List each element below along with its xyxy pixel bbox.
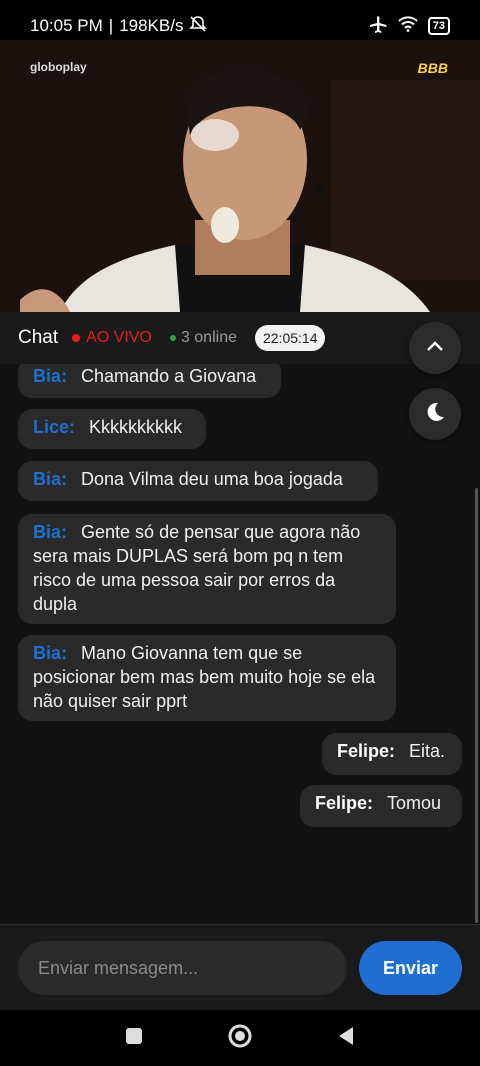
- status-time: 10:05 PM: [30, 16, 103, 35]
- status-speed: 198KB/s: [119, 16, 184, 35]
- message-text: Kkkkkkkkkk: [89, 417, 183, 437]
- scroll-up-button[interactable]: [409, 322, 461, 374]
- moon-icon: [424, 401, 446, 428]
- system-nav-bar: [0, 1010, 480, 1066]
- chat-message: Bia: Chamando a Giovana: [18, 364, 281, 398]
- message-text: Eita.: [409, 741, 446, 761]
- message-text: Dona Vilma deu uma boa jogada: [81, 469, 343, 489]
- send-button[interactable]: Enviar: [359, 941, 462, 995]
- globoplay-logo: globoplay: [30, 60, 87, 74]
- bbb-logo: BBB: [417, 60, 448, 76]
- home-icon[interactable]: [227, 1023, 253, 1054]
- recents-icon[interactable]: [125, 1027, 143, 1050]
- chat-message-own: Felipe: Eita.: [322, 733, 462, 775]
- video-player[interactable]: globoplay BBB: [0, 40, 480, 312]
- chat-message: Bia: Gente só de pensar que agora não ser…: [18, 514, 396, 624]
- online-count: 3 online: [180, 329, 237, 346]
- live-label: AO VIVO: [86, 329, 152, 346]
- message-text: Tomou: [387, 793, 442, 813]
- back-icon[interactable]: [337, 1026, 355, 1051]
- message-author: Felipe:: [315, 793, 374, 813]
- message-author: Bia:: [33, 366, 68, 386]
- chat-message: Bia: Dona Vilma deu uma boa jogada: [18, 461, 378, 501]
- message-author: Bia:: [33, 643, 68, 663]
- chat-message-own: Felipe: Tomou: [300, 785, 462, 827]
- chevron-up-icon: [426, 339, 444, 357]
- time-badge: 22:05:14: [254, 325, 326, 351]
- message-input[interactable]: Enviar mensagem...: [18, 941, 347, 995]
- message-composer: Enviar mensagem... Enviar: [0, 924, 480, 1011]
- message-author: Felipe:: [337, 741, 396, 761]
- wifi-icon: [398, 15, 418, 37]
- bell-muted-icon: [189, 15, 208, 38]
- chat-header: Chat AO VIVO 3 online 22:05:14: [0, 312, 480, 364]
- video-frame: [0, 40, 480, 312]
- scrollbar[interactable]: [475, 488, 478, 923]
- message-list[interactable]: Bia: Chamando a Giovana Lice: Kkkkkkkkkk B…: [0, 364, 480, 924]
- chat-title: Chat: [18, 327, 59, 348]
- dark-mode-button[interactable]: [409, 388, 461, 440]
- airplane-icon: [368, 15, 388, 38]
- message-text: Gente só de pensar que agora não sera ma…: [33, 522, 361, 614]
- message-author: Bia:: [33, 469, 68, 489]
- message-text: Chamando a Giovana: [81, 366, 257, 386]
- battery-icon: 73: [427, 17, 450, 35]
- chat-message: Lice: Kkkkkkkkkk: [18, 409, 206, 449]
- message-text: Mano Giovanna tem que se posicionar bem …: [33, 643, 376, 711]
- live-dot-icon: [72, 334, 81, 342]
- message-author: Lice:: [33, 417, 76, 437]
- message-author: Bia:: [33, 522, 68, 542]
- chat-message: Bia: Mano Giovanna tem que se posicionar …: [18, 635, 396, 721]
- online-dot-icon: [169, 335, 176, 341]
